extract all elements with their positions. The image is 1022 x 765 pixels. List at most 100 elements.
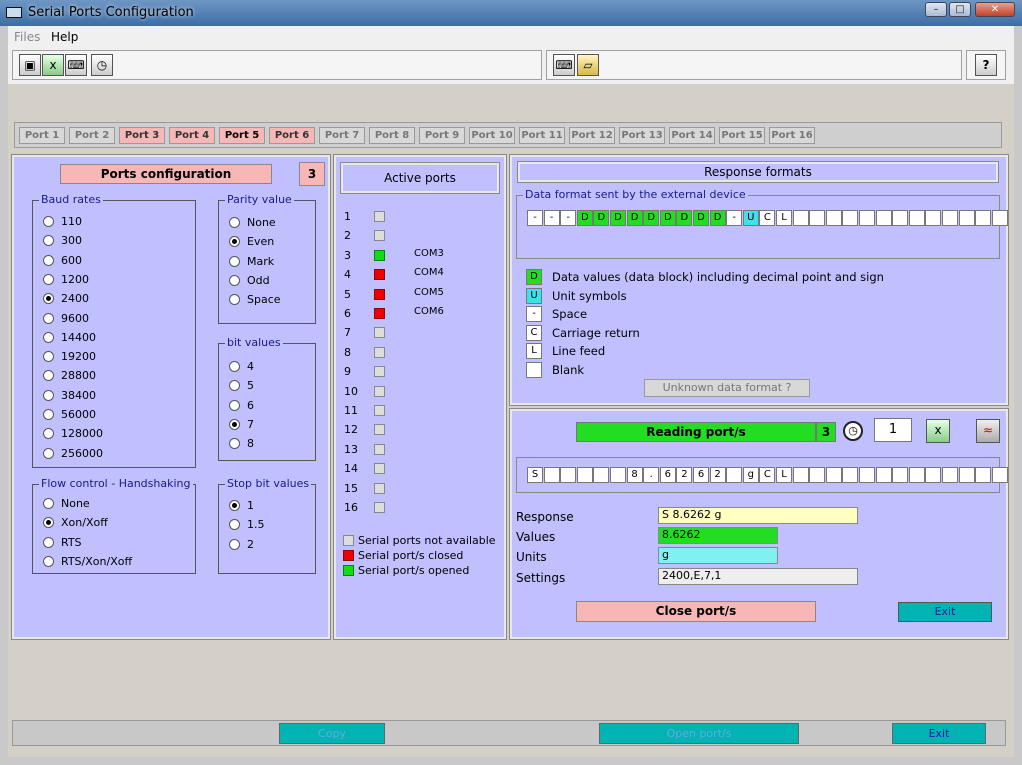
baud-radio-600[interactable] bbox=[43, 254, 54, 266]
minimize-button[interactable]: – bbox=[925, 2, 947, 17]
port-number: 1 bbox=[344, 210, 351, 223]
stop-bit-group: Stop bit values 1 1.5 2 bbox=[218, 477, 316, 574]
tab-port-16[interactable]: Port 16 bbox=[769, 127, 815, 144]
menu-help[interactable]: Help bbox=[51, 30, 78, 44]
bits-radio-4[interactable] bbox=[229, 361, 240, 372]
data-cell bbox=[975, 467, 992, 483]
port-number: 5 bbox=[344, 287, 351, 301]
tab-port-14[interactable]: Port 14 bbox=[669, 127, 715, 144]
baud-radio-14400[interactable] bbox=[43, 331, 54, 343]
parity-radio-none[interactable] bbox=[229, 217, 240, 228]
tab-port-6[interactable]: Port 6 bbox=[269, 127, 315, 144]
baud-radio-1200[interactable] bbox=[43, 273, 54, 285]
save-icon[interactable]: ▣ bbox=[19, 54, 41, 76]
data-cell: C bbox=[759, 210, 776, 226]
close-window-button[interactable]: ✕ bbox=[975, 2, 1015, 17]
maximize-button[interactable]: □ bbox=[949, 2, 971, 17]
stop-radio-1[interactable] bbox=[229, 500, 240, 511]
bits-radio-6[interactable] bbox=[229, 399, 240, 411]
data-cell bbox=[576, 467, 593, 483]
data-cell: g bbox=[742, 467, 759, 483]
exit-button[interactable]: Exit bbox=[892, 723, 986, 744]
flow-radio-none[interactable] bbox=[43, 498, 54, 509]
flow-radio-xonxoff[interactable] bbox=[43, 517, 54, 529]
data-cell: 2 bbox=[709, 467, 726, 483]
baud-radio-56000[interactable] bbox=[43, 409, 54, 420]
tab-port-3[interactable]: Port 3 bbox=[119, 127, 165, 144]
baud-radio-9600[interactable] bbox=[43, 312, 54, 324]
parity-radio-odd[interactable] bbox=[229, 274, 240, 286]
exit-button-reading[interactable]: Exit bbox=[898, 602, 992, 622]
tab-port-11[interactable]: Port 11 bbox=[519, 127, 565, 144]
keyboard-icon[interactable]: ⌨ bbox=[65, 54, 87, 76]
ports-configuration-button[interactable]: Ports configuration bbox=[60, 164, 272, 184]
data-cell: D bbox=[593, 210, 610, 226]
baud-radio-28800[interactable] bbox=[43, 370, 54, 382]
tab-port-13[interactable]: Port 13 bbox=[619, 127, 665, 144]
parity-radio-even[interactable] bbox=[229, 236, 240, 248]
menu-bar: Files Help bbox=[8, 27, 1014, 47]
baud-radio-300[interactable] bbox=[43, 235, 54, 247]
keyboard-icon-2[interactable]: ⌨ bbox=[553, 54, 575, 76]
legend-text: Carriage return bbox=[552, 325, 640, 340]
chart-icon[interactable]: ≈ bbox=[976, 419, 1000, 443]
tab-port-10[interactable]: Port 10 bbox=[469, 127, 515, 144]
bits-radio-5[interactable] bbox=[229, 380, 240, 392]
data-cell: D bbox=[659, 210, 676, 226]
baud-rates-group: Baud rates 110 300 600 1200 2400 9600 14400 192… bbox=[32, 193, 196, 468]
baud-radio-256000[interactable] bbox=[43, 447, 54, 459]
tab-port-5[interactable]: Port 5 bbox=[219, 127, 265, 144]
tab-port-2[interactable]: Port 2 bbox=[69, 127, 115, 144]
tab-port-8[interactable]: Port 8 bbox=[369, 127, 415, 144]
data-cell bbox=[842, 210, 859, 226]
flow-radio-rtsxonxoff[interactable] bbox=[43, 555, 54, 567]
reading-status-bar: Reading port/s bbox=[576, 422, 816, 442]
help-icon[interactable]: ? bbox=[975, 54, 997, 76]
excel-export-icon[interactable]: x bbox=[926, 419, 950, 443]
baud-radio-128000[interactable] bbox=[43, 428, 54, 440]
timer-interval-input[interactable]: 1 bbox=[874, 418, 912, 442]
menu-files[interactable]: Files bbox=[14, 30, 40, 44]
close-ports-button[interactable]: Close port/s bbox=[576, 601, 816, 622]
port-status-indicator bbox=[374, 288, 385, 300]
tab-port-9[interactable]: Port 9 bbox=[419, 127, 465, 144]
port-number: 13 bbox=[344, 442, 358, 456]
data-cell bbox=[825, 210, 842, 226]
port-number: 15 bbox=[344, 481, 358, 495]
bits-radio-8[interactable] bbox=[229, 438, 240, 450]
stop-radio-15[interactable] bbox=[229, 519, 240, 531]
baud-label: 300 bbox=[61, 234, 82, 248]
data-cell: - bbox=[726, 210, 743, 226]
stop-radio-2[interactable] bbox=[229, 538, 240, 550]
baud-radio-38400[interactable] bbox=[43, 389, 54, 401]
data-cell bbox=[560, 467, 577, 483]
open-ports-button[interactable]: Open port/s bbox=[599, 723, 799, 744]
unknown-data-format-button[interactable]: Unknown data format ? bbox=[644, 379, 810, 397]
tab-port-4[interactable]: Port 4 bbox=[169, 127, 215, 144]
tab-port-12[interactable]: Port 12 bbox=[569, 127, 615, 144]
copy-button[interactable]: Copy bbox=[279, 723, 385, 744]
parity-label: Odd bbox=[247, 273, 270, 287]
tab-port-7[interactable]: Port 7 bbox=[319, 127, 365, 144]
baud-label: 14400 bbox=[61, 330, 96, 344]
port-status-indicator bbox=[374, 502, 385, 513]
title-bar: Serial Ports Configuration – □ ✕ bbox=[0, 0, 1022, 26]
stopwatch-icon-reading[interactable]: ◷ bbox=[843, 421, 863, 441]
port-status-indicator bbox=[374, 463, 385, 475]
parity-radio-mark[interactable] bbox=[229, 255, 240, 267]
stopwatch-icon[interactable]: ◷ bbox=[91, 54, 113, 76]
baud-radio-19200[interactable] bbox=[43, 351, 54, 363]
tab-port-1[interactable]: Port 1 bbox=[19, 127, 65, 144]
data-cell bbox=[859, 210, 875, 226]
units-field: g bbox=[658, 547, 778, 564]
excel-icon[interactable]: x bbox=[42, 54, 64, 76]
parity-radio-space[interactable] bbox=[229, 294, 240, 306]
data-cell bbox=[958, 467, 975, 483]
open-folder-icon[interactable]: ▱ bbox=[577, 54, 599, 76]
app-icon bbox=[6, 7, 22, 18]
flow-radio-rts[interactable] bbox=[43, 536, 54, 548]
baud-radio-2400[interactable] bbox=[43, 293, 54, 305]
baud-radio-110[interactable] bbox=[43, 216, 54, 227]
bits-radio-7[interactable] bbox=[229, 418, 240, 430]
tab-port-15[interactable]: Port 15 bbox=[719, 127, 765, 144]
